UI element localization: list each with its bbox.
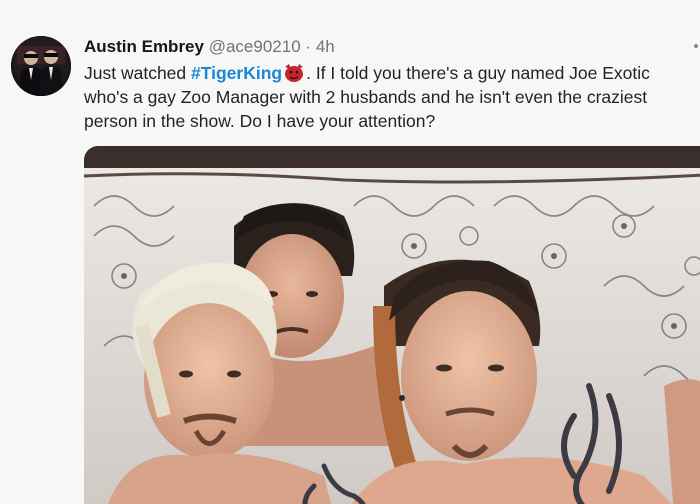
tweet-card: Austin Embrey @ace90210 · 4h Just watche… [0, 0, 700, 504]
tweet-text: Just watched #TigerKing . If I told you … [84, 61, 700, 133]
tweet-text-line-1: Just watched #TigerKing . If I told you … [84, 61, 700, 85]
author-avatar[interactable] [11, 36, 71, 96]
more-options-icon[interactable] [694, 44, 698, 48]
tweet-header: Austin Embrey @ace90210 · 4h [84, 36, 335, 58]
tweet-text-line-3: person in the show. Do I have your atten… [84, 111, 436, 131]
author-handle[interactable]: @ace90210 [209, 37, 301, 56]
photo-image [84, 168, 700, 504]
avatar-image [11, 36, 71, 96]
hashtag-link[interactable]: #TigerKing [191, 63, 282, 83]
author-name[interactable]: Austin Embrey [84, 37, 204, 56]
header-separator: · [305, 37, 312, 56]
tweet-text-line1-rest: . If I told you there's a guy named Joe … [306, 63, 650, 83]
tweet-text-line-2: who's a gay Zoo Manager with 2 husbands … [84, 87, 648, 107]
tweet-media-photo[interactable] [84, 146, 700, 504]
tweet-timestamp[interactable]: 4h [316, 37, 335, 56]
tweet-text-prefix: Just watched [84, 63, 191, 83]
tiger-emoji-icon [285, 64, 304, 82]
